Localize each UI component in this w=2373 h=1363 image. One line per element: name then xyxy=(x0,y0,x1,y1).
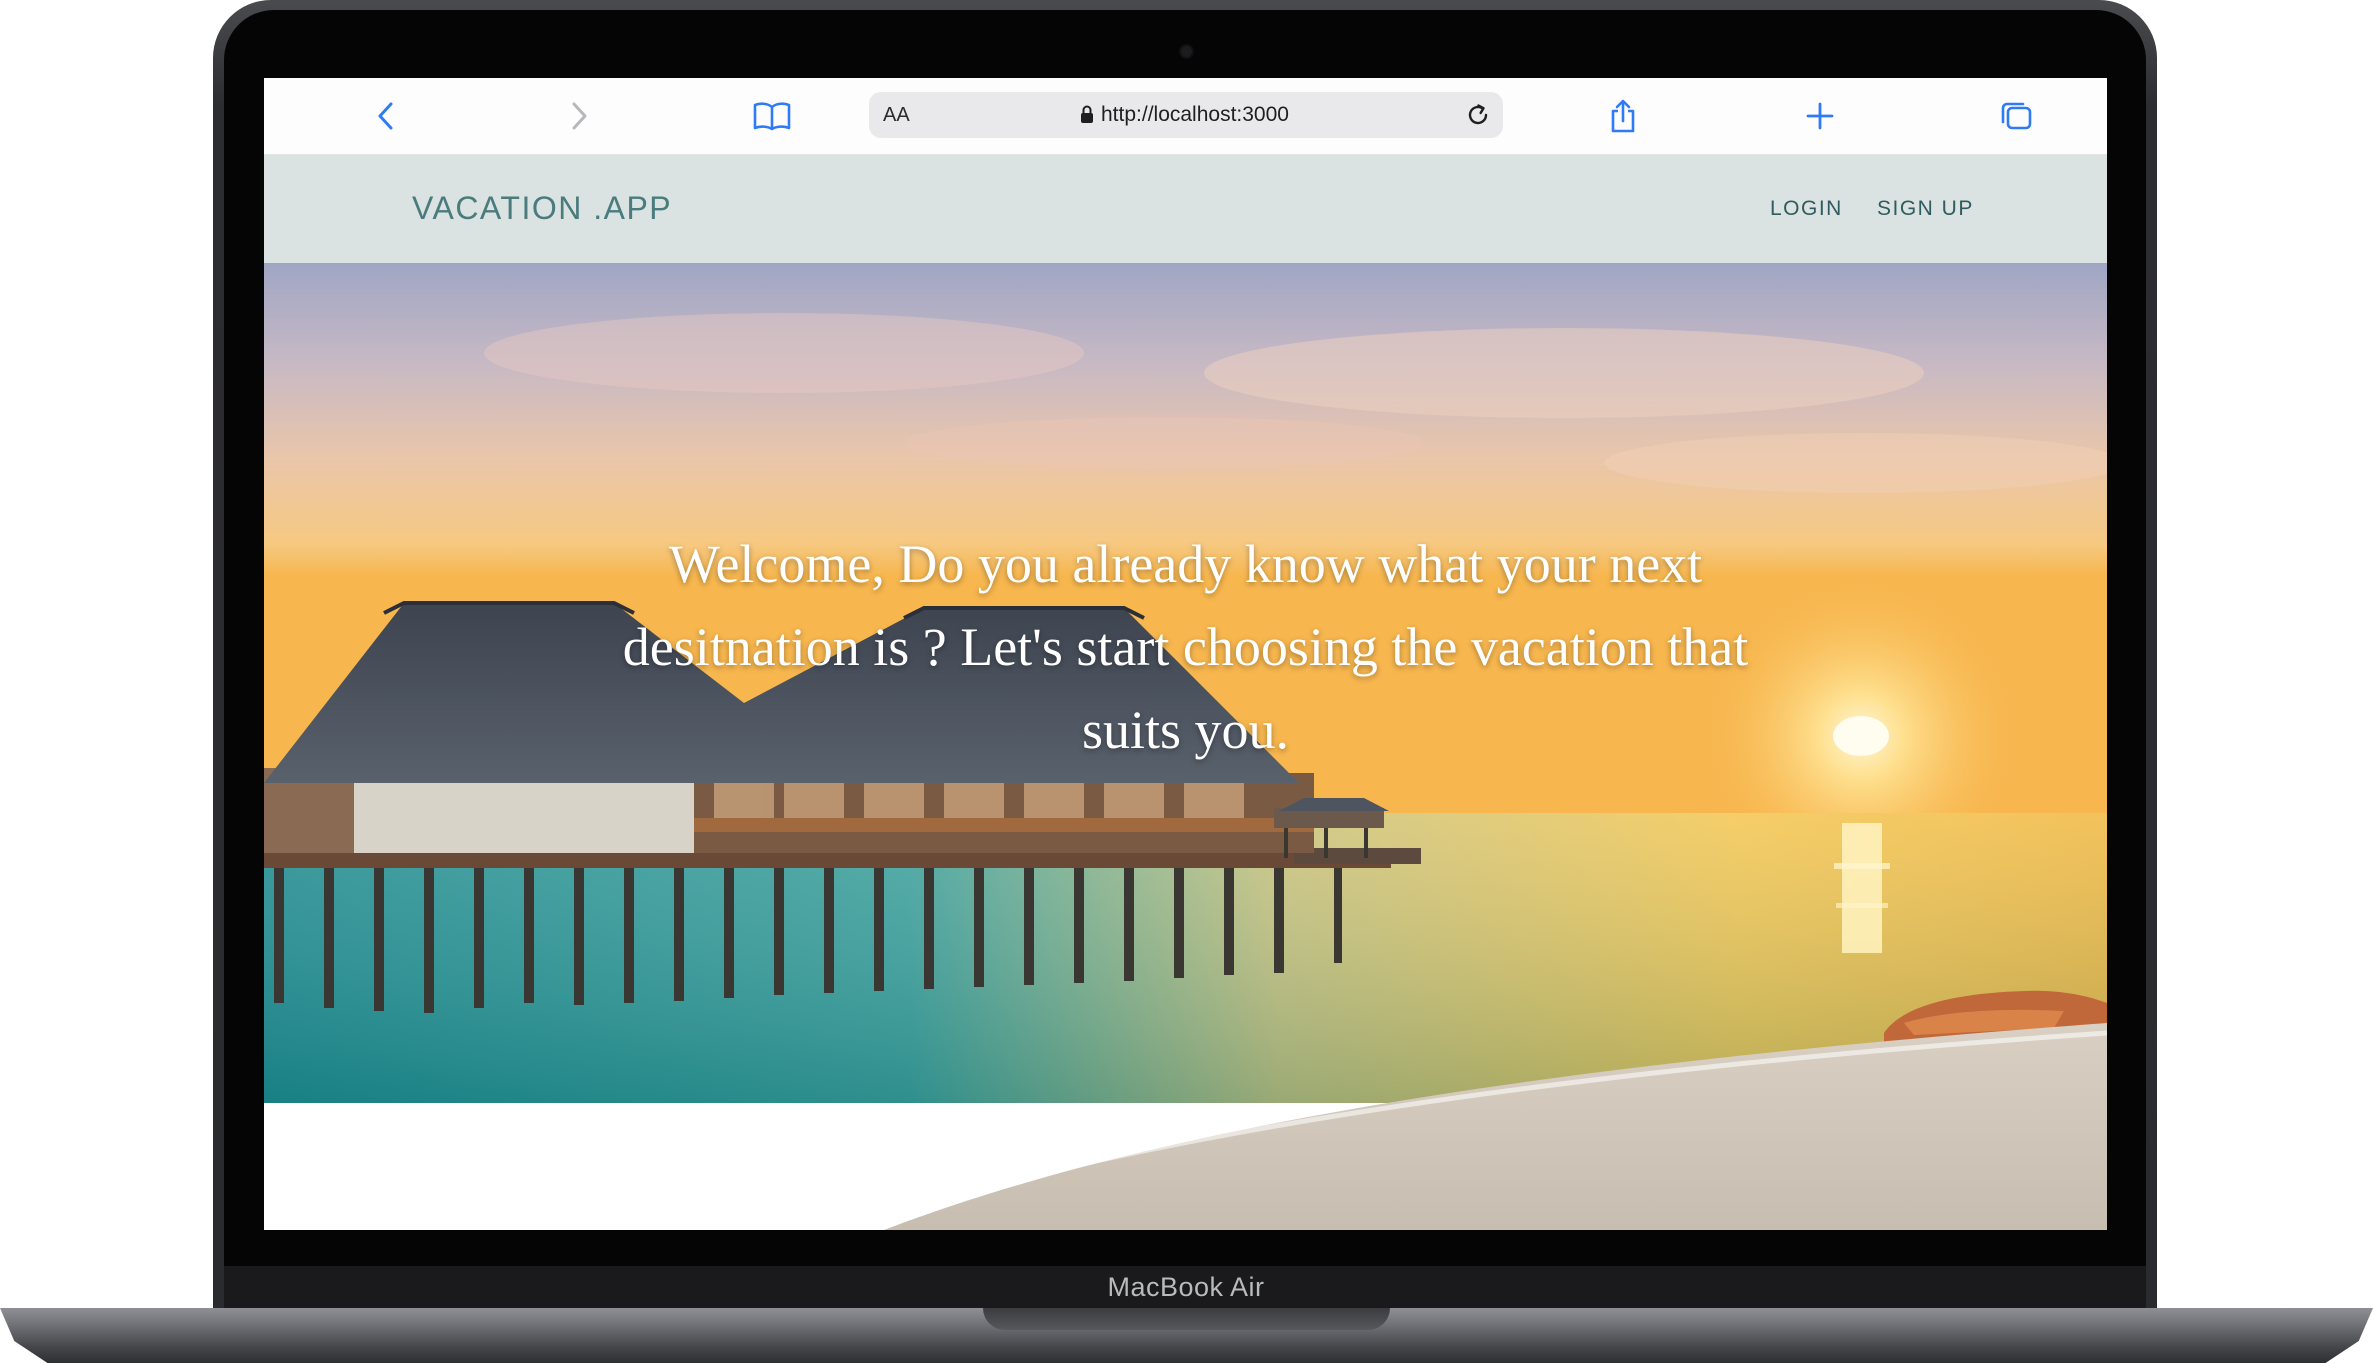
brand-logo[interactable]: VACATION .APP xyxy=(412,190,672,227)
reload-icon[interactable] xyxy=(1463,100,1493,130)
share-button[interactable] xyxy=(1599,92,1647,140)
hero-headline: Welcome, Do you already know what your n… xyxy=(622,534,1749,760)
forward-button[interactable] xyxy=(555,92,603,140)
signup-link[interactable]: SIGN UP xyxy=(1877,197,1974,221)
url-text[interactable]: http://localhost:3000 xyxy=(1101,103,1289,127)
new-tab-button[interactable] xyxy=(1796,92,1844,140)
laptop-hinge-notch xyxy=(983,1308,1390,1330)
share-icon xyxy=(1611,99,1635,133)
tabs-overview-button[interactable] xyxy=(1992,92,2040,140)
hero-section: Welcome, Do you already know what your n… xyxy=(264,263,2107,1230)
device-model-label: MacBook Air xyxy=(1107,1272,1265,1302)
app-navbar: VACATION .APP LOGIN SIGN UP xyxy=(264,155,2107,263)
lock-icon xyxy=(1081,105,1093,123)
chevron-right-icon xyxy=(572,102,587,130)
plus-icon xyxy=(1806,102,1834,130)
tabs-icon xyxy=(2001,102,2032,130)
address-bar[interactable]: AA http://localhost:3000 xyxy=(869,92,1503,138)
chevron-left-icon xyxy=(378,102,393,130)
camera-icon xyxy=(1181,46,1192,57)
browser-screen: AA http://localhost:3000 VACATION .APP L… xyxy=(264,78,2107,1230)
browser-toolbar: AA http://localhost:3000 xyxy=(264,78,2107,155)
book-icon xyxy=(753,102,791,131)
back-button[interactable] xyxy=(362,92,410,140)
text-size-button[interactable]: AA xyxy=(883,104,910,127)
login-link[interactable]: LOGIN xyxy=(1770,197,1843,221)
bookmarks-button[interactable] xyxy=(748,92,796,140)
